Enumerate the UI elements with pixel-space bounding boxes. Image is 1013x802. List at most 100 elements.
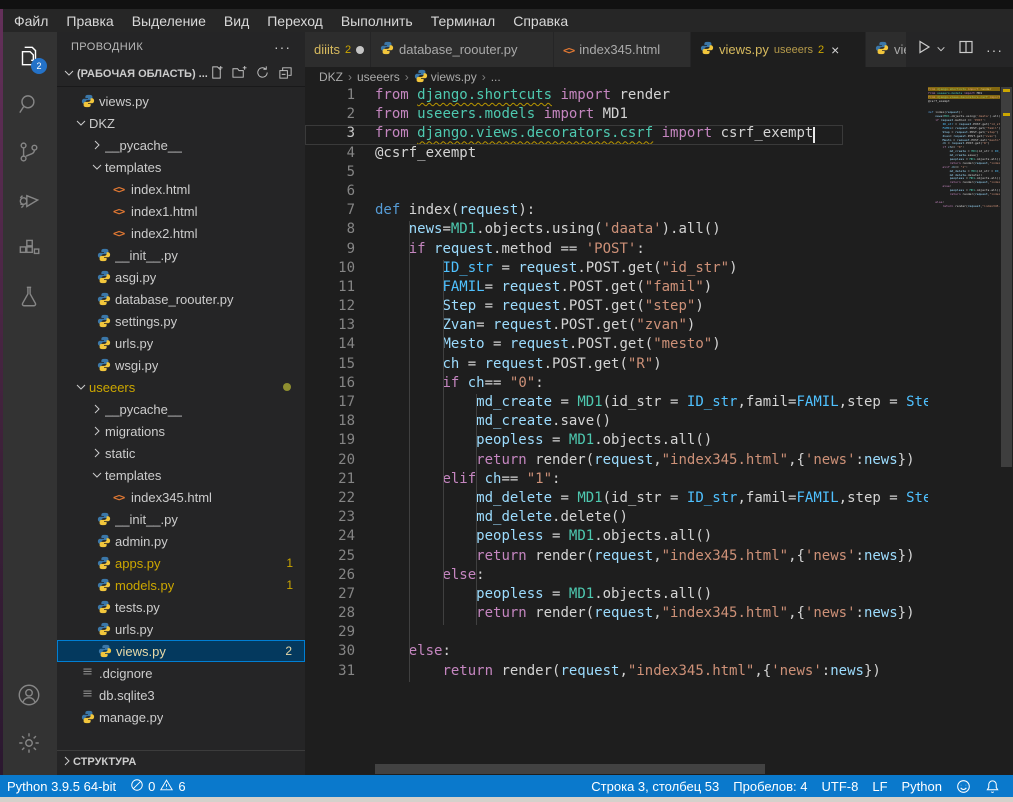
code-line-17[interactable]: 17 md_create = MD1(id_str = ID_str,famil… <box>305 394 928 413</box>
tree-item-index2.html[interactable]: <>index2.html <box>57 222 305 244</box>
tree-item-db.sqlite3[interactable]: db.sqlite3 <box>57 684 305 706</box>
code-line-18[interactable]: 18 md_create.save() <box>305 413 928 432</box>
vertical-scrollbar-thumb[interactable] <box>1001 87 1012 467</box>
code-line-28[interactable]: 28 return render(request,"index345.html"… <box>305 605 928 624</box>
explorer-icon[interactable]: 2 <box>0 32 57 80</box>
source-control-icon[interactable] <box>0 128 57 176</box>
new-file-button[interactable] <box>209 65 224 83</box>
menu-Вид[interactable]: Вид <box>216 11 257 31</box>
tab-views.py[interactable]: views.pyuseeers2× <box>691 32 866 67</box>
outline-section-header[interactable]: СТРУКТУРА <box>57 750 305 773</box>
new-folder-button[interactable] <box>232 65 247 83</box>
menu-Файл[interactable]: Файл <box>6 11 56 31</box>
sidebar-more-button[interactable]: ··· <box>274 39 291 55</box>
code-line-23[interactable]: 23 md_delete.delete() <box>305 509 928 528</box>
tree-item-wsgi.py[interactable]: wsgi.py <box>57 354 305 376</box>
menu-Правка[interactable]: Правка <box>58 11 121 31</box>
horizontal-scrollbar-thumb[interactable] <box>375 764 765 774</box>
tree-item-views.py[interactable]: views.py <box>57 90 305 112</box>
tree-item-__init__.py[interactable]: __init__.py <box>57 244 305 266</box>
run-python-file-button[interactable] <box>916 39 932 60</box>
tab-index345.html[interactable]: <>index345.html <box>554 32 691 67</box>
dirty-indicator[interactable] <box>356 46 364 54</box>
tree-item-__init__.py[interactable]: __init__.py <box>57 508 305 530</box>
minimap[interactable]: from django.shortcuts import renderfrom … <box>928 87 1000 763</box>
tree-item-templates[interactable]: templates <box>57 156 305 178</box>
close-icon[interactable]: × <box>831 42 839 58</box>
status-Пробелов-4[interactable]: Пробелов: 4 <box>726 779 814 794</box>
overview-ruler[interactable] <box>1000 87 1013 763</box>
tree-item-tests.py[interactable]: tests.py <box>57 596 305 618</box>
code-line-11[interactable]: 11 FAMIL= request.POST.get("famil") <box>305 279 928 298</box>
breadcrumb-DKZ[interactable]: DKZ <box>319 70 343 84</box>
code-line-8[interactable]: 8 news=MD1.objects.using('daata').all() <box>305 221 928 240</box>
code-line-30[interactable]: 30 else: <box>305 643 928 662</box>
code-line-16[interactable]: 16 if ch== "0": <box>305 375 928 394</box>
code-line-25[interactable]: 25 return render(request,"index345.html"… <box>305 548 928 567</box>
menu-Справка[interactable]: Справка <box>505 11 576 31</box>
code-line-4[interactable]: 4@csrf_exempt <box>305 145 928 164</box>
code-line-27[interactable]: 27 peopless = MD1.objects.all() <box>305 586 928 605</box>
code-line-10[interactable]: 10 ID_str = request.POST.get("id_str") <box>305 260 928 279</box>
problems-status[interactable]: 0 6 <box>123 778 192 795</box>
menu-Выполнить[interactable]: Выполнить <box>333 11 421 31</box>
tree-item-__pycache__[interactable]: __pycache__ <box>57 398 305 420</box>
testing-icon[interactable] <box>0 272 57 320</box>
tree-item-static[interactable]: static <box>57 442 305 464</box>
python-interpreter-status[interactable]: Python 3.9.5 64-bit <box>0 779 123 794</box>
code-line-9[interactable]: 9 if request.method == 'POST': <box>305 241 928 260</box>
code-line-14[interactable]: 14 Mesto = request.POST.get("mesto") <box>305 336 928 355</box>
tree-item-index345.html[interactable]: <>index345.html <box>57 486 305 508</box>
breadcrumb-views.py[interactable]: views.py <box>414 69 477 86</box>
tree-item-DKZ[interactable]: DKZ <box>57 112 305 134</box>
code-line-19[interactable]: 19 peopless = MD1.objects.all() <box>305 432 928 451</box>
tree-item-views.py[interactable]: views.py2 <box>57 640 305 662</box>
code-line-26[interactable]: 26 else: <box>305 567 928 586</box>
horizontal-scrollbar[interactable] <box>305 763 1013 775</box>
code-line-5[interactable]: 5 <box>305 164 928 183</box>
split-editor-button[interactable] <box>958 39 974 60</box>
code-line-2[interactable]: 2from useeers.models import MD1 <box>305 106 928 125</box>
code-line-21[interactable]: 21 elif ch== "1": <box>305 471 928 490</box>
tree-item-migrations[interactable]: migrations <box>57 420 305 442</box>
status-UTF-8[interactable]: UTF-8 <box>815 779 866 794</box>
settings-gear-icon[interactable] <box>0 719 57 767</box>
menu-Выделение[interactable]: Выделение <box>124 11 214 31</box>
tree-item-__pycache__[interactable]: __pycache__ <box>57 134 305 156</box>
code-line-1[interactable]: 1from django.shortcuts import render <box>305 87 928 106</box>
tab-diiits[interactable]: diiits2 <box>305 32 371 67</box>
status-Строка-3-столбец-53[interactable]: Строка 3, столбец 53 <box>584 779 726 794</box>
search-icon[interactable] <box>0 80 57 128</box>
code-line-15[interactable]: 15 ch = request.POST.get("R") <box>305 356 928 375</box>
feedback-smiley-icon[interactable] <box>949 779 978 794</box>
breadcrumb-...[interactable]: ... <box>491 70 501 84</box>
code-line-31[interactable]: 31 return render(request,"index345.html"… <box>305 663 928 682</box>
code-line-29[interactable]: 29 <box>305 624 928 643</box>
code-line-20[interactable]: 20 return render(request,"index345.html"… <box>305 452 928 471</box>
code-line-6[interactable]: 6 <box>305 183 928 202</box>
code-line-24[interactable]: 24 peopless = MD1.objects.all() <box>305 528 928 547</box>
code-line-13[interactable]: 13 Zvan= request.POST.get("zvan") <box>305 317 928 336</box>
tree-item-asgi.py[interactable]: asgi.py <box>57 266 305 288</box>
run-debug-icon[interactable] <box>0 176 57 224</box>
breadcrumb-useeers[interactable]: useeers <box>357 70 400 84</box>
menu-Переход[interactable]: Переход <box>259 11 331 31</box>
extensions-icon[interactable] <box>0 224 57 272</box>
tree-item-settings.py[interactable]: settings.py <box>57 310 305 332</box>
tree-item-useeers[interactable]: useeers <box>57 376 305 398</box>
tree-item-.dcignore[interactable]: .dcignore <box>57 662 305 684</box>
tree-item-index.html[interactable]: <>index.html <box>57 178 305 200</box>
code-line-12[interactable]: 12 Step = request.POST.get("step") <box>305 298 928 317</box>
status-LF[interactable]: LF <box>865 779 894 794</box>
menu-Терминал[interactable]: Терминал <box>423 11 503 31</box>
notifications-bell-icon[interactable] <box>978 779 1007 794</box>
tree-item-manage.py[interactable]: manage.py <box>57 706 305 728</box>
tab-database_roouter.py[interactable]: database_roouter.py <box>371 32 554 67</box>
tree-item-apps.py[interactable]: apps.py1 <box>57 552 305 574</box>
tree-item-models.py[interactable]: models.py1 <box>57 574 305 596</box>
workspace-section-header[interactable]: (РАБОЧАЯ ОБЛАСТЬ) ... <box>57 62 305 86</box>
tree-item-urls.py[interactable]: urls.py <box>57 618 305 640</box>
tree-item-templates[interactable]: templates <box>57 464 305 486</box>
more-actions-button[interactable]: ··· <box>986 42 1003 58</box>
code-line-22[interactable]: 22 md_delete = MD1(id_str = ID_str,famil… <box>305 490 928 509</box>
